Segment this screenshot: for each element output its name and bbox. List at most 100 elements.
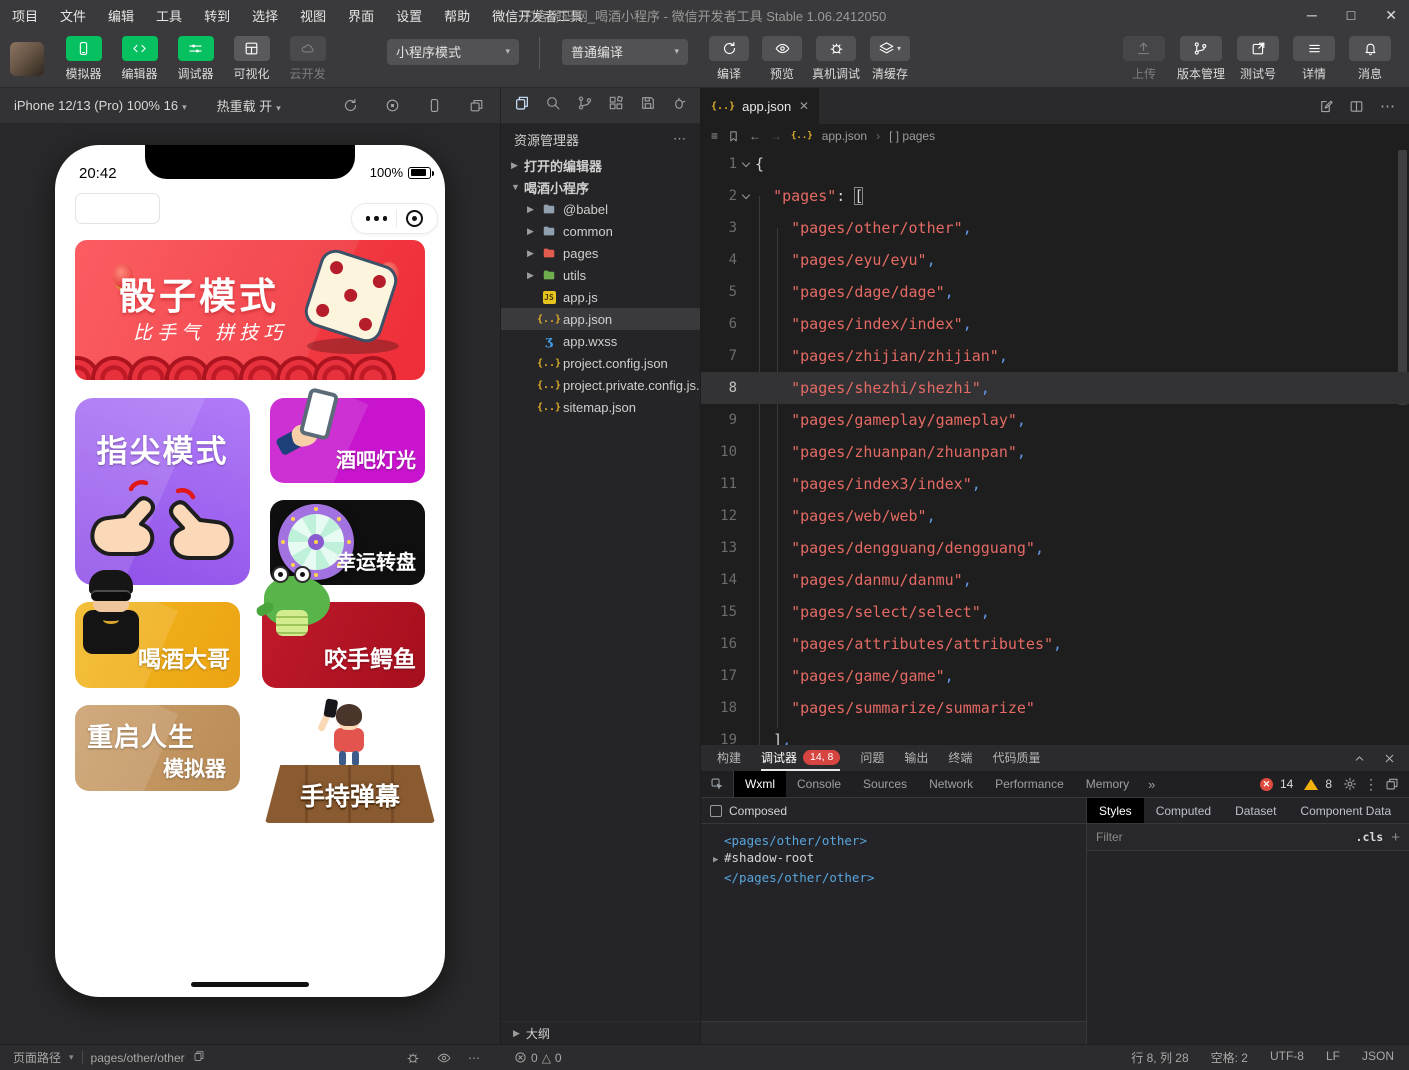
devtools-tab-Performance[interactable]: Performance: [984, 771, 1075, 797]
more-icon[interactable]: ⋯: [1380, 99, 1395, 114]
status-segment-1[interactable]: 空格: 2: [1211, 1049, 1248, 1066]
tile-biting-crocodile[interactable]: 咬手鳄鱼: [262, 602, 425, 688]
problems-indicator[interactable]: 0 △ 0: [514, 1051, 562, 1065]
action-真机调试[interactable]: 真机调试: [812, 36, 860, 82]
action-测试号[interactable]: 测试号: [1235, 36, 1281, 82]
cls-button[interactable]: .cls: [1356, 830, 1384, 844]
file-project.private.config.js...[interactable]: {..}project.private.config.js...: [501, 374, 700, 396]
code-line-17[interactable]: 17 "pages/game/game",: [701, 660, 1409, 692]
detach-window-icon[interactable]: [469, 98, 484, 113]
minimize-target-icon[interactable]: [406, 210, 423, 227]
file-app.js[interactable]: JSapp.js: [501, 286, 700, 308]
devtools-tab-Wxml[interactable]: Wxml: [734, 771, 786, 797]
tile-drinking-boss[interactable]: 喝酒大哥: [75, 602, 240, 688]
tile-handheld-danmaku[interactable]: + ! 手持弹幕: [265, 698, 435, 823]
status-segment-0[interactable]: 行 8, 列 28: [1131, 1049, 1188, 1066]
breadcrumb-node[interactable]: [ ] pages: [889, 129, 935, 143]
menu-item-文件[interactable]: 文件: [60, 6, 86, 25]
more-icon[interactable]: ⋯: [468, 1051, 480, 1065]
settings-gear-icon[interactable]: [1343, 777, 1357, 791]
code-line-11[interactable]: 11 "pages/index3/index",: [701, 468, 1409, 500]
style-tab-Styles[interactable]: Styles: [1087, 798, 1144, 823]
code-line-1[interactable]: 1{: [701, 148, 1409, 180]
toggle-调试器[interactable]: 调试器: [172, 36, 219, 82]
copy-icon[interactable]: [193, 1050, 205, 1065]
status-segment-2[interactable]: UTF-8: [1270, 1049, 1304, 1066]
chevron-more-icon[interactable]: »: [1140, 777, 1163, 792]
tile-restart-life[interactable]: 重启人生 模拟器: [75, 705, 240, 791]
mini-input-box[interactable]: [75, 193, 160, 224]
split-editor-icon[interactable]: [1349, 99, 1364, 114]
file-pages[interactable]: ▶pages: [501, 242, 700, 264]
code-line-5[interactable]: 5 "pages/dage/dage",: [701, 276, 1409, 308]
panel-tab-调试器[interactable]: 调试器14, 8: [761, 745, 840, 771]
error-count[interactable]: 14: [1280, 777, 1293, 791]
search-icon[interactable]: [545, 95, 561, 116]
section-喝酒小程序[interactable]: ▼喝酒小程序: [501, 176, 700, 198]
file-@babel[interactable]: ▶@babel: [501, 198, 700, 220]
toggle-可视化[interactable]: 可视化: [228, 36, 275, 82]
theme-icon[interactable]: [671, 95, 687, 116]
more-dots-icon[interactable]: [366, 216, 388, 221]
wxml-node[interactable]: </pages/other/other>: [713, 869, 1086, 886]
menu-item-界面[interactable]: 界面: [348, 6, 374, 25]
toggle-云开发[interactable]: 云开发: [284, 36, 331, 82]
panel-tab-输出[interactable]: 输出: [904, 745, 928, 771]
code-line-13[interactable]: 13 "pages/dengguang/dengguang",: [701, 532, 1409, 564]
filter-input[interactable]: [1096, 830, 1348, 844]
menu-item-视图[interactable]: 视图: [300, 6, 326, 25]
action-预览[interactable]: 预览: [759, 36, 805, 82]
files-icon[interactable]: [514, 95, 530, 116]
wxml-node[interactable]: <pages/other/other>: [713, 832, 1086, 849]
tile-fingertip-mode[interactable]: 指尖模式: [75, 398, 250, 585]
wxml-node[interactable]: ▶#shadow-root: [713, 849, 1086, 869]
action-版本管理[interactable]: 版本管理: [1177, 36, 1225, 82]
kebab-menu-icon[interactable]: ⋮: [1364, 776, 1378, 793]
code-line-9[interactable]: 9 "pages/gameplay/gameplay",: [701, 404, 1409, 436]
menu-item-转到[interactable]: 转到: [204, 6, 230, 25]
warning-count[interactable]: 8: [1325, 777, 1332, 791]
code-line-12[interactable]: 12 "pages/web/web",: [701, 500, 1409, 532]
code-line-18[interactable]: 18 "pages/summarize/summarize": [701, 692, 1409, 724]
toggle-编辑器[interactable]: 编辑器: [116, 36, 163, 82]
action-详情[interactable]: 详情: [1291, 36, 1337, 82]
open-changes-icon[interactable]: [1318, 99, 1333, 114]
code-line-15[interactable]: 15 "pages/select/select",: [701, 596, 1409, 628]
panel-tab-问题[interactable]: 问题: [860, 745, 884, 771]
user-avatar[interactable]: [10, 42, 44, 76]
eye-icon[interactable]: [437, 1051, 451, 1065]
back-icon[interactable]: ←: [749, 129, 761, 143]
panel-tab-构建[interactable]: 构建: [717, 745, 741, 771]
file-sitemap.json[interactable]: {..}sitemap.json: [501, 396, 700, 418]
code-line-14[interactable]: 14 "pages/danmu/danmu",: [701, 564, 1409, 596]
device-frame-icon[interactable]: [427, 98, 442, 113]
inspect-element-icon[interactable]: [701, 771, 734, 797]
hot-reload-toggle[interactable]: 热重载 开▾: [217, 96, 281, 115]
more-icon[interactable]: ⋯: [673, 131, 687, 147]
close-tab-icon[interactable]: ✕: [799, 99, 809, 113]
undock-icon[interactable]: [1385, 777, 1399, 791]
panel-tab-代码质量[interactable]: 代码质量: [992, 745, 1040, 771]
add-rule-icon[interactable]: +: [1391, 830, 1400, 845]
device-selector[interactable]: iPhone 12/13 (Pro) 100% 16▾: [14, 98, 187, 113]
code-line-4[interactable]: 4 "pages/eyu/eyu",: [701, 244, 1409, 276]
devtools-tab-Sources[interactable]: Sources: [852, 771, 918, 797]
file-common[interactable]: ▶common: [501, 220, 700, 242]
home-indicator[interactable]: [191, 982, 309, 987]
save-icon[interactable]: [640, 95, 656, 116]
minimize-icon[interactable]: ─: [1307, 7, 1317, 23]
code-line-6[interactable]: 6 "pages/index/index",: [701, 308, 1409, 340]
code-line-2[interactable]: 2 "pages": [: [701, 180, 1409, 212]
devtools-tab-Memory[interactable]: Memory: [1075, 771, 1140, 797]
file-utils[interactable]: ▶utils: [501, 264, 700, 286]
close-icon[interactable]: ✕: [1385, 7, 1397, 24]
panel-tab-终端[interactable]: 终端: [948, 745, 972, 771]
menu-item-选择[interactable]: 选择: [252, 6, 278, 25]
blocks-icon[interactable]: [608, 95, 624, 116]
outline-section[interactable]: ▶ 大纲: [500, 1021, 700, 1044]
list-icon[interactable]: ≡: [711, 129, 718, 143]
breadcrumb-file[interactable]: app.json: [822, 129, 867, 143]
menu-item-工具[interactable]: 工具: [156, 6, 182, 25]
code-line-3[interactable]: 3 "pages/other/other",: [701, 212, 1409, 244]
banner-dice-mode[interactable]: 骰子模式 比手气 拼技巧: [75, 240, 425, 380]
